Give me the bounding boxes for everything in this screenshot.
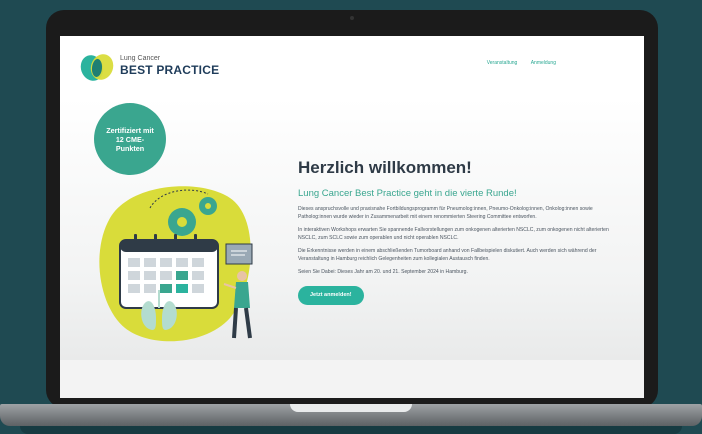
laptop-base (0, 404, 702, 426)
laptop-frame: Lung Cancer BEST PRACTICE Veranstaltung … (46, 10, 658, 408)
date-paragraph: Seien Sie Dabei: Dieses Jahr am 20. und … (298, 269, 468, 275)
main-nav: Veranstaltung Anmeldung (475, 60, 556, 66)
register-button[interactable]: Jetzt anmelden! (298, 285, 364, 305)
site-header: Lung Cancer BEST PRACTICE Veranstaltung … (60, 36, 644, 98)
calendar-illustration (99, 186, 253, 342)
tumorboard-paragraph: Die Erkenntnisse werden in einem abschli… (298, 248, 597, 262)
nav-link-anmeldung[interactable]: Anmeldung (531, 60, 556, 66)
welcome-content: Herzlich willkommen! Lung Cancer Best Pr… (298, 158, 628, 305)
nav-link-veranstaltung[interactable]: Veranstaltung (487, 60, 518, 66)
browser-viewport: Lung Cancer BEST PRACTICE Veranstaltung … (60, 36, 644, 398)
brand-name[interactable]: BEST PRACTICE (120, 63, 219, 77)
cme-badge: Zertifiziert mit 12 CME-Punkten (94, 103, 166, 175)
hero-section: Zertifiziert mit 12 CME-Punkten Herzlich… (60, 98, 644, 360)
page-subtitle: Lung Cancer Best Practice geht in die vi… (298, 188, 517, 199)
workshops-paragraph: In interaktiven Workshops erwarten Sie s… (298, 227, 609, 241)
intro-paragraph: Dieses anspruchsvolle und praxisnahe For… (298, 206, 593, 220)
lung-logo-icon[interactable] (80, 52, 116, 82)
webcam (350, 16, 354, 20)
laptop-notch (290, 404, 412, 412)
page-title: Herzlich willkommen! (298, 158, 472, 177)
cme-badge-text: Zertifiziert mit 12 CME-Punkten (106, 125, 154, 153)
footer-band (60, 360, 644, 398)
brand-tagline: Lung Cancer (120, 55, 161, 62)
laptop-shadow (20, 426, 682, 434)
